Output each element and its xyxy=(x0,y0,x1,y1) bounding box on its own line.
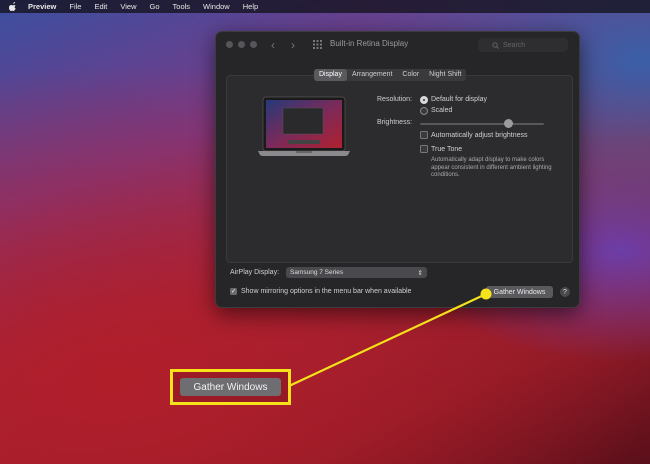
menu-go[interactable]: Go xyxy=(150,2,160,11)
airplay-display-select[interactable]: Samsung 7 Series ⇕ xyxy=(286,267,427,278)
mirroring-checkbox[interactable]: ✓ xyxy=(230,288,237,295)
displays-window: ‹ › Built-in Retina Display Search Displ… xyxy=(215,31,580,308)
gather-windows-callout-label: Gather Windows xyxy=(193,381,268,393)
chevron-updown-icon: ⇕ xyxy=(417,269,423,277)
help-button[interactable]: ? xyxy=(560,287,570,297)
menu-bar: Preview File Edit View Go Tools Window H… xyxy=(0,0,650,13)
menu-tools[interactable]: Tools xyxy=(173,2,191,11)
radio-scaled[interactable] xyxy=(420,107,428,115)
display-panel: Resolution: Default for display Scaled B… xyxy=(226,75,573,263)
menu-help[interactable]: Help xyxy=(243,2,258,11)
close-button[interactable] xyxy=(226,41,233,48)
true-tone-description: Automatically adapt display to make colo… xyxy=(431,157,552,178)
mirroring-option[interactable]: ✓ Show mirroring options in the menu bar… xyxy=(230,288,411,295)
menu-edit[interactable]: Edit xyxy=(94,2,107,11)
brightness-label: Brightness: xyxy=(377,119,413,126)
gather-windows-label: Gather Windows xyxy=(493,288,546,296)
menu-view[interactable]: View xyxy=(120,2,136,11)
tab-display[interactable]: Display xyxy=(314,69,347,81)
back-icon[interactable]: ‹ xyxy=(271,38,275,52)
help-icon: ? xyxy=(563,288,567,296)
macbook-display-image xyxy=(258,96,350,156)
apple-icon[interactable] xyxy=(8,2,18,12)
minimize-button[interactable] xyxy=(238,41,245,48)
tab-color[interactable]: Color xyxy=(397,69,424,81)
zoom-button[interactable] xyxy=(250,41,257,48)
menu-file[interactable]: File xyxy=(69,2,81,11)
forward-icon[interactable]: › xyxy=(291,38,295,52)
default-for-display-label: Default for display xyxy=(431,96,488,103)
menu-preview[interactable]: Preview xyxy=(28,2,56,11)
auto-brightness-label: Automatically adjust brightness xyxy=(431,132,528,139)
scaled-label: Scaled xyxy=(431,107,453,114)
radio-default-for-display[interactable] xyxy=(420,96,428,104)
tab-bar: Display Arrangement Color Night Shift xyxy=(314,69,467,81)
airplay-display-label: AirPlay Display: xyxy=(230,269,280,276)
show-all-grid-icon[interactable] xyxy=(313,40,322,49)
mirroring-label: Show mirroring options in the menu bar w… xyxy=(241,288,412,295)
resolution-label: Resolution: xyxy=(377,96,413,103)
airplay-display-value: Samsung 7 Series xyxy=(290,269,344,276)
callout-highlight-box: Gather Windows xyxy=(170,369,291,405)
brightness-slider[interactable] xyxy=(420,119,544,128)
gather-windows-callout-button[interactable]: Gather Windows xyxy=(180,378,281,396)
true-tone-label: True Tone xyxy=(431,146,463,153)
menu-window[interactable]: Window xyxy=(203,2,230,11)
window-title: Built-in Retina Display xyxy=(330,39,409,48)
brightness-slider-thumb[interactable] xyxy=(503,119,513,128)
title-bar: ‹ › Built-in Retina Display Search xyxy=(216,32,579,58)
auto-brightness-checkbox[interactable] xyxy=(420,131,428,139)
gather-windows-button[interactable]: Gather Windows xyxy=(486,286,553,298)
search-placeholder: Search xyxy=(503,41,526,49)
tab-arrangement[interactable]: Arrangement xyxy=(347,69,397,81)
search-icon xyxy=(492,41,499,49)
tab-night-shift[interactable]: Night Shift xyxy=(424,69,466,81)
search-field[interactable]: Search xyxy=(478,38,568,52)
true-tone-checkbox[interactable] xyxy=(420,145,428,153)
